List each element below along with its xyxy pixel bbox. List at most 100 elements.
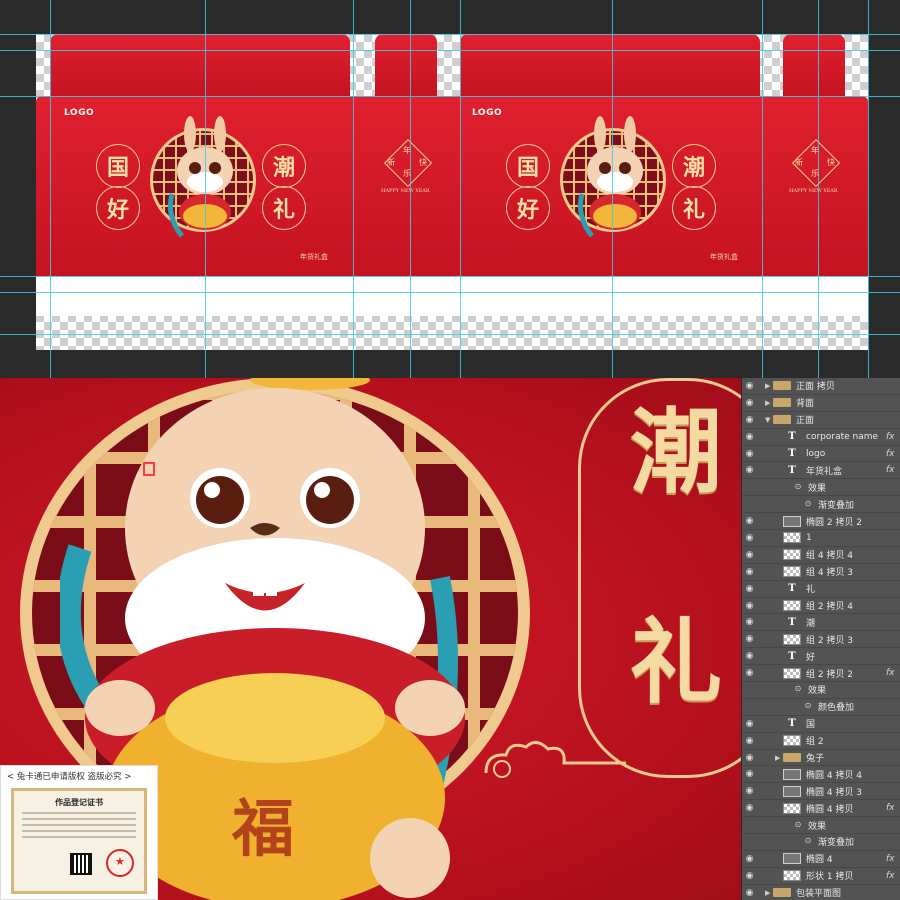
fx-icon[interactable]: fx <box>886 432 900 442</box>
visibility-eye-icon[interactable]: ◉ <box>742 634 757 644</box>
visibility-eye-icon[interactable]: ◉ <box>742 567 757 577</box>
layer-row[interactable]: ◉ ▶ 背面 <box>742 395 900 412</box>
guide-horizontal[interactable] <box>0 34 900 35</box>
fx-icon[interactable]: fx <box>886 871 900 881</box>
layer-name[interactable]: 潮 <box>806 616 886 629</box>
layer-row[interactable]: ◉ 组 4 拷贝 3 <box>742 564 900 581</box>
layer-name[interactable]: 组 2 拷贝 3 <box>806 633 886 646</box>
document-canvas-overview[interactable]: LOGO 国 好 潮 礼 年货礼盒 新 年 快 乐 HAPPY NEW YEAR… <box>0 0 900 378</box>
layer-name[interactable]: 组 2 <box>806 734 886 747</box>
layer-row[interactable]: ◉ ▶ 包装平面图 <box>742 885 900 900</box>
layer-name[interactable]: 椭圆 4 <box>806 852 886 865</box>
visibility-eye-icon[interactable]: ◉ <box>742 465 757 475</box>
fx-icon[interactable]: fx <box>886 854 900 864</box>
layer-name[interactable]: 年货礼盒 <box>806 464 886 477</box>
layer-name[interactable]: 椭圆 4 拷贝 <box>806 802 886 815</box>
layer-row[interactable]: ◉ 组 2 拷贝 3 <box>742 631 900 649</box>
layers-panel[interactable]: ◉ ▶ 正面 拷贝 ◉ ▶ 背面 ◉ ▼ 正面 ◉ Tcorporate name fx ◉ Tlogo f… <box>741 378 900 900</box>
layer-row[interactable]: ⊙ 渐变叠加 <box>742 496 900 514</box>
guide-horizontal[interactable] <box>0 96 900 97</box>
layer-name[interactable]: logo <box>806 449 886 459</box>
layer-row[interactable]: ◉ 组 2 拷贝 4 <box>742 598 900 615</box>
layer-row[interactable]: ◉ Tlogo fx <box>742 446 900 463</box>
layer-row[interactable]: ◉ 1 <box>742 530 900 547</box>
visibility-eye-icon[interactable]: ◉ <box>742 736 757 746</box>
layer-row[interactable]: ◉ T 潮 <box>742 614 900 632</box>
layer-name[interactable]: 形状 1 拷贝 <box>806 869 886 882</box>
visibility-eye-icon[interactable]: ◉ <box>742 668 757 678</box>
layer-row[interactable]: ◉ ▼ 正面 <box>742 412 900 429</box>
layer-row[interactable]: ⊙ 效果 <box>742 479 900 497</box>
guide-horizontal[interactable] <box>0 50 900 51</box>
layer-name[interactable]: 组 4 拷贝 3 <box>806 565 886 578</box>
visibility-eye-icon[interactable]: ◉ <box>742 381 757 391</box>
layer-row[interactable]: ◉ 椭圆 4 拷贝 fx <box>742 800 900 818</box>
layer-row[interactable]: ◉ ▶ 兔子 <box>742 750 900 767</box>
expand-triangle-icon[interactable]: ▶ <box>765 382 773 390</box>
visibility-eye-icon[interactable]: ◉ <box>742 769 757 779</box>
layer-row[interactable]: ◉ T 年货礼盒 fx <box>742 462 900 480</box>
layer-row[interactable]: ◉ 椭圆 4 拷贝 3 <box>742 783 900 801</box>
guide-vertical[interactable] <box>762 0 763 378</box>
guide-vertical[interactable] <box>50 0 51 378</box>
layer-name[interactable]: 1 <box>806 533 886 543</box>
layer-row[interactable]: ◉ T 国 <box>742 716 900 733</box>
layer-name[interactable]: corporate name <box>806 432 886 442</box>
guide-horizontal[interactable] <box>0 276 900 277</box>
layer-row[interactable]: ⊙ 效果 <box>742 817 900 835</box>
layer-name[interactable]: 效果 <box>808 683 886 696</box>
layer-row[interactable]: ◉ 形状 1 拷贝 fx <box>742 868 900 885</box>
expand-triangle-icon[interactable]: ▼ <box>765 416 773 424</box>
layer-name[interactable]: 兔子 <box>806 751 886 764</box>
visibility-eye-icon[interactable]: ◉ <box>742 432 757 442</box>
layer-name[interactable]: 国 <box>806 717 886 730</box>
guide-vertical[interactable] <box>205 0 206 378</box>
visibility-eye-icon[interactable]: ◉ <box>742 803 757 813</box>
visibility-eye-icon[interactable]: ◉ <box>742 786 757 796</box>
visibility-eye-icon[interactable]: ◉ <box>742 550 757 560</box>
layer-name[interactable]: 背面 <box>796 396 886 409</box>
guide-vertical[interactable] <box>868 0 869 378</box>
guide-vertical[interactable] <box>410 0 411 378</box>
layer-name[interactable]: 组 4 拷贝 4 <box>806 548 886 561</box>
visibility-eye-icon[interactable]: ◉ <box>742 516 757 526</box>
layer-row[interactable]: ◉ 椭圆 4 拷贝 4 <box>742 766 900 784</box>
fx-icon[interactable]: fx <box>886 668 900 678</box>
layer-name[interactable]: 椭圆 4 拷贝 3 <box>806 785 886 798</box>
visibility-eye-icon[interactable]: ◉ <box>742 651 757 661</box>
layer-name[interactable]: 渐变叠加 <box>818 835 886 848</box>
layer-row[interactable]: ◉ 组 4 拷贝 4 <box>742 547 900 564</box>
guide-vertical[interactable] <box>612 0 613 378</box>
visibility-eye-icon[interactable]: ◉ <box>742 719 757 729</box>
layer-name[interactable]: 组 2 拷贝 4 <box>806 599 886 612</box>
layer-row[interactable]: ◉ 椭圆 4 fx <box>742 851 900 868</box>
expand-triangle-icon[interactable]: ▶ <box>765 399 773 407</box>
fx-icon[interactable]: fx <box>886 465 900 475</box>
guide-vertical[interactable] <box>353 0 354 378</box>
visibility-eye-icon[interactable]: ◉ <box>742 854 757 864</box>
layer-row[interactable]: ⊙ 颜色叠加 <box>742 699 900 716</box>
expand-triangle-icon[interactable]: ▶ <box>765 889 773 897</box>
layer-name[interactable]: 渐变叠加 <box>818 498 886 511</box>
layer-name[interactable]: 椭圆 4 拷贝 4 <box>806 768 886 781</box>
layer-row[interactable]: ⊙ 渐变叠加 <box>742 834 900 851</box>
visibility-eye-icon[interactable]: ◉ <box>742 617 757 627</box>
layer-row[interactable]: ◉ T 礼 <box>742 581 900 598</box>
layer-name[interactable]: 效果 <box>808 481 886 494</box>
layer-name[interactable]: 正面 拷贝 <box>796 379 886 392</box>
layer-name[interactable]: 礼 <box>806 582 886 595</box>
visibility-eye-icon[interactable]: ◉ <box>742 415 757 425</box>
expand-triangle-icon[interactable]: ▶ <box>775 754 783 762</box>
layer-row[interactable]: ◉ 组 2 <box>742 733 900 750</box>
layer-name[interactable]: 包装平面图 <box>796 886 886 899</box>
layer-row[interactable]: ◉ ▶ 正面 拷贝 <box>742 378 900 395</box>
layer-row[interactable]: ◉ Tcorporate name fx <box>742 429 900 446</box>
visibility-eye-icon[interactable]: ◉ <box>742 601 757 611</box>
guide-vertical[interactable] <box>460 0 461 378</box>
layer-row[interactable]: ⊙ 效果 <box>742 682 900 699</box>
layer-row[interactable]: ◉ 组 2 拷贝 2 fx <box>742 665 900 683</box>
layer-name[interactable]: 正面 <box>796 413 886 426</box>
visibility-eye-icon[interactable]: ◉ <box>742 871 757 881</box>
layer-row[interactable]: ◉ 椭圆 2 拷贝 2 <box>742 513 900 531</box>
layer-name[interactable]: 组 2 拷贝 2 <box>806 667 886 680</box>
